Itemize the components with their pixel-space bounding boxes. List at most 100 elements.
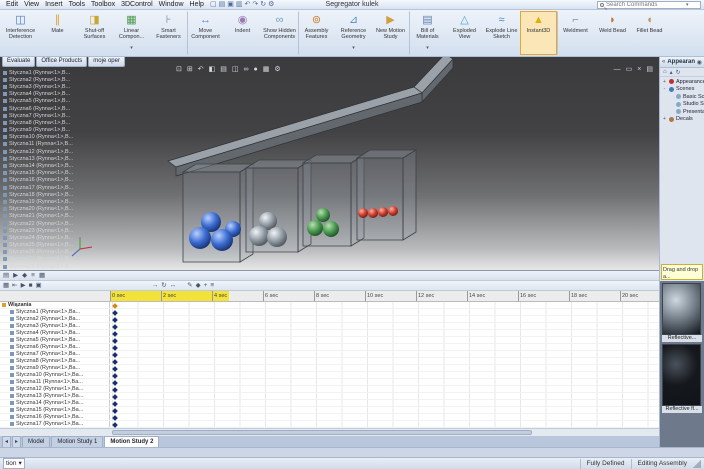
feature-tree-item[interactable]: Styczna28 (Rynna<1>,B...	[0, 263, 74, 270]
feature-tree-item[interactable]: Styczna14 (Rynna<1>,B...	[0, 162, 74, 169]
previous-view-icon[interactable]: ↶	[198, 66, 204, 74]
menu-item[interactable]: Window	[156, 0, 187, 9]
view-settings-icon[interactable]: ⚙	[274, 66, 280, 74]
ribbon-button[interactable]: ⊦ Smart Fasteners	[150, 11, 187, 55]
appearances-tree-item[interactable]: Presentation Scenes	[660, 108, 704, 116]
feature-tree-item[interactable]: Styczna4 (Rynna<1>,B...	[0, 91, 74, 98]
feature-tree-item[interactable]: Styczna5 (Rynna<1>,B...	[0, 98, 74, 105]
view-orientation-icon[interactable]: ▤	[220, 66, 227, 74]
filter-selected-icon[interactable]: ≡	[31, 272, 35, 280]
feature-tree-item[interactable]: Styczna15 (Rynna<1>,B...	[0, 170, 74, 177]
ribbon-button[interactable]: △ Exploded View	[446, 11, 483, 55]
feature-tree-item[interactable]: Styczna8 (Rynna<1>,B...	[0, 119, 74, 126]
timeline-row[interactable]: Styczna16 (Rynna<1>,Ba...	[0, 414, 659, 421]
feature-tree-item[interactable]: Styczna16 (Rynna<1>,B...	[0, 177, 74, 184]
feature-tree-item[interactable]: Styczna3 (Rynna<1>,B...	[0, 83, 74, 90]
feature-tree-item[interactable]: Styczna22 (Rynna<1>,B...	[0, 220, 74, 227]
ribbon-button[interactable]: ⊿ Reference Geometry ▾	[335, 11, 372, 55]
model-tree-icon[interactable]: ▤	[3, 272, 9, 280]
timeline-lane[interactable]	[110, 330, 659, 337]
expand-toggle-icon[interactable]: +	[662, 79, 667, 85]
keyframe-diamond[interactable]	[112, 302, 118, 309]
keyframe-diamond[interactable]	[112, 351, 118, 358]
display-style-icon[interactable]: ◫	[232, 66, 239, 74]
ribbon-button[interactable]: ∞ Show Hidden Components	[261, 11, 298, 55]
graphics-area[interactable]: Evaluate Office Products moje oper ⊡ ⊞ ↶ ◧ ▤ ◫ ∞…	[0, 57, 659, 270]
timeline-row[interactable]: Styczna15 (Rynna<1>,Ba...	[0, 407, 659, 414]
timeline-lane[interactable]	[110, 372, 659, 379]
feature-tree-item[interactable]: Styczna24 (Rynna<1>,B...	[0, 234, 74, 241]
options-icon[interactable]: ⚙	[268, 0, 274, 9]
ribbon-button[interactable]: ∥ Mate	[39, 11, 76, 55]
filter-results-icon[interactable]: ▦	[39, 272, 45, 280]
timeline-lane[interactable]	[110, 344, 659, 351]
appearances-tree-item[interactable]: + Decals	[660, 116, 704, 124]
keyframe-diamond[interactable]	[112, 379, 118, 386]
keyframe-diamond[interactable]	[112, 330, 118, 337]
pin-icon[interactable]: ◉	[697, 59, 702, 66]
menu-item[interactable]: 3DControl	[118, 0, 156, 9]
refresh-icon[interactable]: ↻	[676, 69, 681, 76]
timeline-row[interactable]: Styczna3 (Rynna<1>,Ba...	[0, 323, 659, 330]
home-icon[interactable]: ⌂	[663, 69, 667, 75]
close-icon[interactable]: ×	[637, 66, 641, 74]
timeline-row[interactable]: Styczna1 (Rynna<1>,Ba...	[0, 309, 659, 316]
timeline-row[interactable]: Styczna10 (Rynna<1>,Ba...	[0, 372, 659, 379]
apply-scene-icon[interactable]: ▦	[263, 66, 270, 74]
timeline-lane[interactable]	[110, 351, 659, 358]
feature-tree-item[interactable]: Styczna12 (Rynna<1>,B...	[0, 148, 74, 155]
tab-scroll-left-icon[interactable]: ◂	[2, 436, 12, 447]
timeline-row[interactable]: Styczna8 (Rynna<1>,Ba...	[0, 358, 659, 365]
calculate-icon[interactable]: ▦	[3, 282, 9, 290]
study-type-dropdown[interactable]: tion ▾	[3, 458, 25, 469]
menu-item[interactable]: View	[21, 0, 42, 9]
zoom-fit-icon[interactable]: ⊡	[176, 66, 182, 74]
timeline-row[interactable]: Styczna12 (Rynna<1>,Ba...	[0, 386, 659, 393]
search-dropdown-icon[interactable]: ▾	[686, 2, 689, 8]
appearances-tree-item[interactable]: - Scenes	[660, 86, 704, 94]
command-tab[interactable]: Evaluate	[2, 57, 36, 67]
ribbon-button[interactable]: ⌐ Weldment	[557, 11, 594, 55]
ribbon-button[interactable]: ▲ Instant3D	[520, 11, 557, 55]
animation-wizard-icon[interactable]: ✎	[187, 282, 192, 290]
expand-toggle-icon[interactable]: +	[662, 116, 667, 122]
timeline-row[interactable]: Styczna6 (Rynna<1>,Ba...	[0, 344, 659, 351]
ribbon-button[interactable]: ≈ Explode Line Sketch	[483, 11, 520, 55]
feature-tree-item[interactable]: Styczna13 (Rynna<1>,B...	[0, 155, 74, 162]
chevron-left-icon[interactable]: «	[662, 59, 665, 65]
save-animation-icon[interactable]: ▣	[36, 282, 42, 290]
expand-toggle-icon[interactable]: -	[662, 86, 667, 92]
timeline-row[interactable]: Styczna13 (Rynna<1>,Ba...	[0, 393, 659, 400]
hide-show-items-icon[interactable]: ∞	[244, 66, 249, 74]
up-icon[interactable]: ▴	[670, 69, 673, 76]
appearances-tree-item[interactable]: Studio Scenes	[660, 101, 704, 109]
zoom-area-icon[interactable]: ⊞	[187, 66, 193, 74]
keyframe-diamond[interactable]	[112, 365, 118, 372]
feature-tree-item[interactable]: Styczna7 (Rynna<1>,B...	[0, 112, 74, 119]
redo-icon[interactable]: ↷	[252, 0, 258, 9]
play-icon[interactable]: ▶	[21, 282, 26, 290]
timeline-row[interactable]: Styczna14 (Rynna<1>,Ba...	[0, 400, 659, 407]
search-input[interactable]	[606, 1, 684, 8]
new-icon[interactable]: ▢	[210, 0, 217, 9]
keyframe-diamond[interactable]	[112, 393, 118, 400]
ribbon-button[interactable]: ↔ Move Component	[187, 11, 224, 55]
timeline-row[interactable]: Wiązania	[0, 302, 659, 309]
play-from-start-icon[interactable]: ⇤	[12, 282, 17, 290]
menu-item[interactable]: Edit	[3, 0, 21, 9]
ribbon-button[interactable]: ◉ Indent	[224, 11, 261, 55]
feature-tree-item[interactable]: Styczna11 (Rynna<1>,B...	[0, 141, 74, 148]
tab-scroll-right-icon[interactable]: ▸	[12, 436, 22, 447]
timeline-row[interactable]: Styczna17 (Rynna<1>,Ba...	[0, 421, 659, 428]
appearances-tree-item[interactable]: + Appearances	[660, 78, 704, 86]
feature-tree-item[interactable]: Styczna26 (Rynna<1>,B...	[0, 249, 74, 256]
minimize-icon[interactable]: —	[614, 66, 621, 74]
save-icon[interactable]: ▣	[227, 0, 234, 9]
timeline-row[interactable]: Styczna2 (Rynna<1>,Ba...	[0, 316, 659, 323]
autokey-icon[interactable]: ◆	[196, 282, 201, 290]
timeline-lane[interactable]	[110, 407, 659, 414]
timeline-lane[interactable]	[110, 414, 659, 421]
ribbon-button[interactable]: ◗ Weld Bead	[594, 11, 631, 55]
timeline-lane[interactable]	[110, 365, 659, 372]
ribbon-button[interactable]: ◨ Shut-off Surfaces	[76, 11, 113, 55]
